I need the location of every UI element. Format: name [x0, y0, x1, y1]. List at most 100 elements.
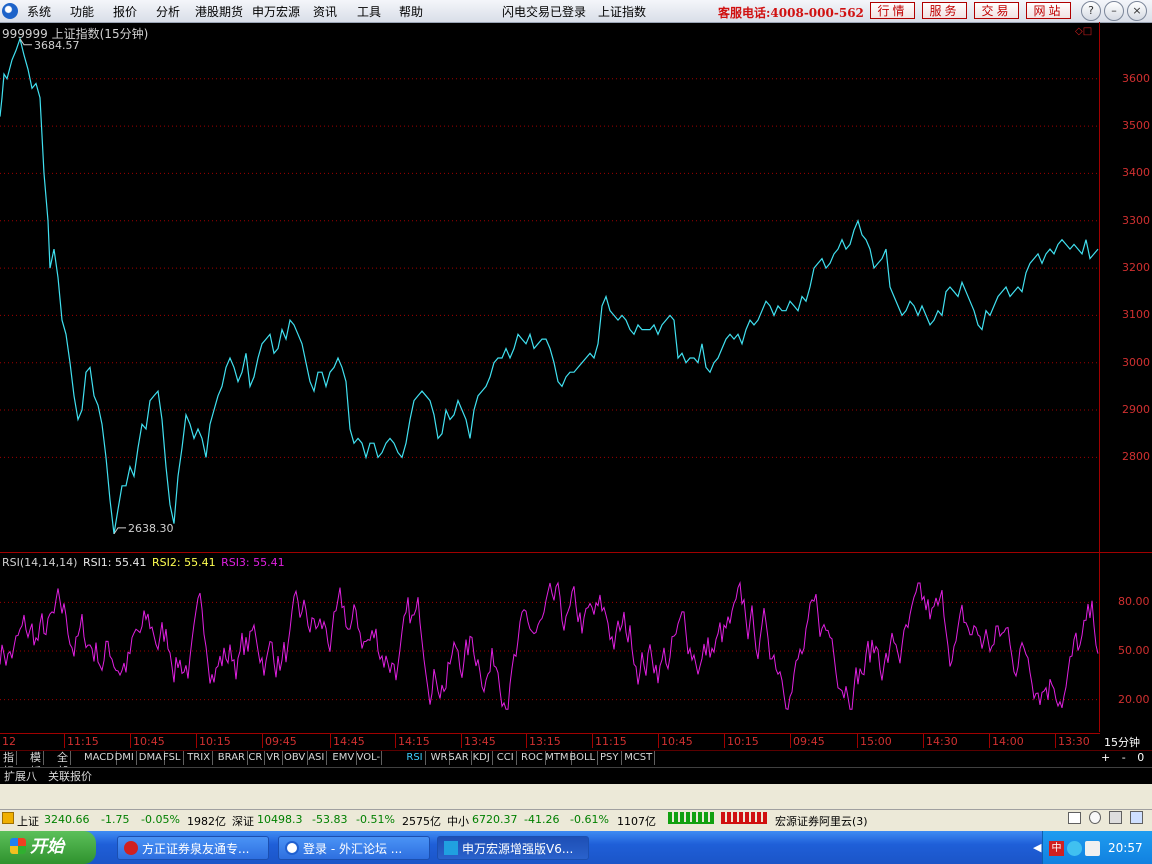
window-icon[interactable]	[1130, 811, 1143, 824]
tab-asi[interactable]: ASI	[306, 751, 328, 765]
sz-change: -53.83	[312, 813, 348, 826]
task-item-forex-login[interactable]: 登录 - 外汇论坛 ...	[278, 836, 430, 860]
sh-value: 3240.66	[44, 813, 90, 826]
server-status[interactable]: 宏源证券阿里云(3)	[775, 813, 868, 829]
rsi3-value: RSI3: 55.41	[221, 556, 285, 569]
service-button[interactable]: 服务	[922, 2, 967, 19]
time-tick	[461, 734, 462, 748]
menu-tools[interactable]: 工具	[357, 3, 381, 20]
tab-emv[interactable]: EMV	[330, 751, 358, 765]
time-tick-label: 11:15	[595, 735, 627, 748]
sz-name: 深证	[232, 815, 254, 828]
minimize-icon[interactable]: –	[1104, 1, 1124, 21]
tab-cr[interactable]: CR	[246, 751, 266, 765]
browser-icon	[285, 841, 299, 855]
tab-cci[interactable]: CCI	[495, 751, 517, 765]
tab-mcst[interactable]: MCST	[622, 751, 656, 765]
index-name: 上证指数	[598, 5, 647, 19]
help-icon[interactable]: ?	[1081, 1, 1101, 21]
time-tick	[262, 734, 263, 748]
time-tick-label: 14:45	[333, 735, 365, 748]
price-tick-label: 3300	[1122, 213, 1150, 227]
time-tick-label: 14:00	[992, 735, 1024, 748]
tab-cn-0[interactable]: 指标	[1, 751, 17, 778]
sound-icon[interactable]	[1089, 811, 1101, 824]
ext-tab-related-quotes[interactable]: 关联报价	[48, 768, 92, 784]
price-tick-label: 3100	[1122, 308, 1150, 322]
price-tick-label: 3400	[1122, 166, 1150, 180]
extension-bar	[0, 767, 1152, 784]
price-chart[interactable]: 3684.57 2638.30	[0, 22, 1100, 552]
time-tick-label: 10:15	[199, 735, 231, 748]
tab-cn-1[interactable]: 模板	[28, 751, 44, 778]
time-tick-label: 10:45	[661, 735, 693, 748]
low-price-label-pointer	[113, 527, 126, 535]
time-tick	[64, 734, 65, 748]
tab-fsl[interactable]: FSL	[161, 751, 184, 765]
tab-add-button[interactable]: +	[1101, 751, 1110, 764]
app-logo-icon[interactable]	[2, 3, 18, 19]
start-button[interactable]: 开始	[0, 831, 96, 864]
menu-analysis[interactable]: 分析	[156, 3, 180, 20]
time-tick-label: 13:45	[464, 735, 496, 748]
menu-hk-futures[interactable]: 港股期货	[195, 3, 243, 20]
time-tick	[989, 734, 990, 748]
close-icon[interactable]: ×	[1127, 1, 1147, 21]
market-button[interactable]: 行情	[870, 2, 915, 19]
price-tick-label: 2800	[1122, 450, 1150, 464]
task-label: 申万宏源增强版V6...	[462, 842, 574, 856]
menu-news[interactable]: 资讯	[313, 3, 337, 20]
tab-sar[interactable]: SAR	[446, 751, 472, 765]
tab-vol-tdx[interactable]: VOL-TDX	[355, 751, 383, 777]
rsi1-value: RSI1: 55.41	[82, 556, 147, 569]
sz-amount: 2575亿	[402, 815, 441, 828]
sh-amount: 1982亿	[187, 815, 226, 828]
task-item-fangzheng[interactable]: 方正证券泉友通专...	[117, 836, 269, 860]
tray-expand-icon[interactable]: ◀	[1033, 841, 1041, 854]
tab-dmi[interactable]: DMI	[113, 751, 137, 765]
time-tick	[658, 734, 659, 748]
high-price-label: 3684.57	[34, 39, 80, 52]
tab-cn-2[interactable]: 全部	[55, 751, 71, 778]
tab-brar[interactable]: BRAR	[216, 751, 248, 765]
tab-psy[interactable]: PSY	[598, 751, 622, 765]
time-tick	[330, 734, 331, 748]
market-icon[interactable]	[2, 812, 14, 824]
time-tick-label: 09:45	[793, 735, 825, 748]
settings-icon[interactable]	[1109, 811, 1122, 824]
low-price-label: 2638.30	[128, 522, 174, 535]
tab-vr[interactable]: VR	[264, 751, 283, 765]
tab-obv[interactable]: OBV	[282, 751, 309, 765]
period-label[interactable]: 15分钟	[1104, 734, 1140, 750]
menu-help[interactable]: 帮助	[399, 3, 423, 20]
zx-percent: -0.61%	[570, 813, 609, 826]
time-tick	[1055, 734, 1056, 748]
tab-roc[interactable]: ROC	[519, 751, 546, 765]
trade-button[interactable]: 交易	[974, 2, 1019, 19]
tab-remove-button[interactable]: -	[1122, 751, 1126, 764]
tab-reset-button[interactable]: 0	[1137, 751, 1144, 764]
time-tick-label: 15:00	[860, 735, 892, 748]
tab-rsi[interactable]: RSI	[404, 751, 426, 765]
website-button[interactable]: 网站	[1026, 2, 1071, 19]
panel-separator	[0, 552, 1152, 553]
keyboard-icon[interactable]	[1068, 812, 1081, 824]
rsi-chart[interactable]	[0, 570, 1100, 732]
ext-tab-8[interactable]: 扩展八	[4, 768, 37, 784]
menu-swhy[interactable]: 申万宏源	[252, 3, 300, 20]
tab-trix[interactable]: TRIX	[185, 751, 214, 765]
network-icon[interactable]	[1067, 841, 1082, 856]
sh-change: -1.75	[101, 813, 130, 826]
tab-kdj[interactable]: KDJ	[471, 751, 493, 765]
green-volume-icon	[668, 812, 714, 824]
tab-boll[interactable]: BOLL	[567, 751, 599, 765]
menu-system[interactable]: 系统	[27, 3, 51, 20]
menu-function[interactable]: 功能	[70, 3, 94, 20]
price-tick-label: 3500	[1122, 119, 1150, 133]
task-item-swhy[interactable]: 申万宏源增强版V6...	[437, 836, 589, 860]
task-label: 方正证券泉友通专...	[142, 842, 250, 856]
swhy-icon	[444, 841, 458, 855]
menu-quote[interactable]: 报价	[113, 3, 137, 20]
input-method-icon[interactable]: 中	[1049, 841, 1064, 856]
volume-icon[interactable]	[1085, 841, 1100, 856]
